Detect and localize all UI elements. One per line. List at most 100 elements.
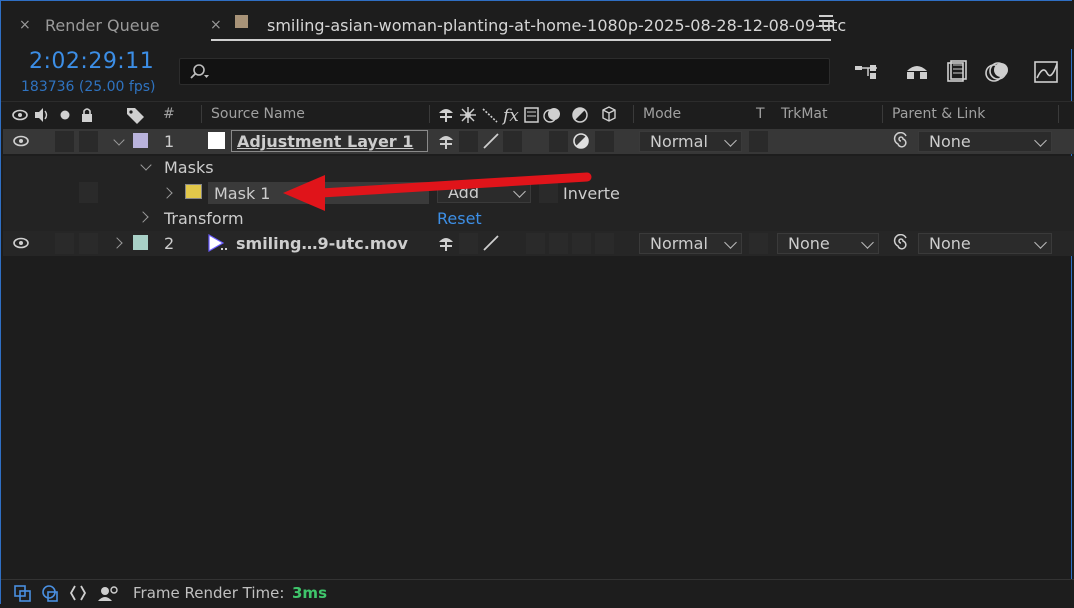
solo-icon xyxy=(60,110,70,120)
layer-1-audio-switch[interactable] xyxy=(55,131,74,152)
layer-1-name: Adjustment Layer 1 xyxy=(237,132,414,151)
effects-fx-icon: fx xyxy=(501,106,519,125)
layer-1-solo-switch[interactable] xyxy=(79,131,98,152)
chevron-down-icon xyxy=(724,236,737,249)
header-layer-switch-icons: fx xyxy=(439,106,616,125)
layer-2-audio-switch[interactable] xyxy=(55,233,74,254)
mask-1-color-swatch[interactable] xyxy=(185,184,202,199)
label-tag-icon[interactable] xyxy=(125,105,147,125)
collapse-icon xyxy=(460,107,476,123)
chevron-down-icon xyxy=(1034,134,1047,147)
layer-2-quality-icon[interactable] xyxy=(481,234,501,252)
layer-2-mode-value: Normal xyxy=(650,234,708,253)
column-separator xyxy=(201,105,202,123)
layer-2-name[interactable]: smiling…9-utc.mov xyxy=(236,234,408,253)
frame-render-time-label: Frame Render Time: xyxy=(133,584,285,602)
layer-1-preserve-transparency-switch[interactable] xyxy=(749,131,768,152)
layer-1-visibility-eye-icon[interactable] xyxy=(12,134,30,148)
layer-1-quality-icon[interactable] xyxy=(481,132,501,150)
layer-1-source-swatch xyxy=(208,132,225,149)
layer-2-trkmat-dropdown[interactable]: None xyxy=(777,233,879,254)
tab-render-queue[interactable]: Render Queue xyxy=(45,16,160,35)
layer-2-parent-dropdown[interactable]: None xyxy=(918,233,1052,254)
active-tab-underline xyxy=(211,39,831,41)
column-t[interactable]: T xyxy=(756,106,765,122)
layer-1-adjustment-icon[interactable] xyxy=(572,132,592,150)
layer-1-shy-icon[interactable] xyxy=(437,132,457,150)
comp-color-swatch xyxy=(235,15,248,28)
column-source-name[interactable]: Source Name xyxy=(211,106,305,122)
layer-2-solo-switch[interactable] xyxy=(79,233,98,254)
search-icon xyxy=(190,64,209,79)
close-comp-tab-icon[interactable]: × xyxy=(210,17,222,33)
motion-blur-column-icon xyxy=(543,108,560,123)
layer-2-collapse-switch[interactable] xyxy=(459,233,478,254)
composition-flowchart-icon[interactable] xyxy=(853,59,881,85)
layer-1-3d-switch[interactable] xyxy=(595,131,614,152)
layer-1-motion-blur-switch[interactable] xyxy=(549,131,568,152)
layer-1-mode-value: Normal xyxy=(650,132,708,151)
column-separator xyxy=(633,105,634,123)
panel-menu-icon[interactable] xyxy=(819,15,833,29)
layer-1-pick-whip-icon[interactable] xyxy=(891,132,911,150)
header-switch-icons xyxy=(12,108,92,122)
layer-2-preserve-transparency-switch[interactable] xyxy=(749,233,768,254)
column-separator xyxy=(429,105,430,123)
close-render-queue-tab-icon[interactable]: × xyxy=(19,17,31,33)
draft-3d-icon[interactable] xyxy=(903,59,931,85)
frame-render-time-value: 3ms xyxy=(292,584,327,602)
layer-2-frame-blend-switch[interactable] xyxy=(526,233,545,254)
layer-1-mode-dropdown[interactable]: Normal xyxy=(639,131,742,152)
chevron-down-icon xyxy=(724,134,737,147)
transfer-controls-toggle-icon xyxy=(42,585,58,602)
column-trkmat[interactable]: TrkMat xyxy=(781,106,828,122)
eye-icon xyxy=(12,109,28,121)
frame-blend-column-icon xyxy=(524,107,539,123)
column-separator xyxy=(1058,105,1059,123)
audio-icon xyxy=(35,108,48,122)
layer-2-number: 2 xyxy=(164,234,175,253)
layer-2-motion-blur-switch[interactable] xyxy=(549,233,568,254)
layer-1-label-color[interactable] xyxy=(133,133,148,148)
in-out-toggle-icon xyxy=(69,585,87,601)
search-input[interactable] xyxy=(179,58,830,85)
layer-1-collapse-switch[interactable] xyxy=(459,131,478,152)
layer-2-adjustment-switch[interactable] xyxy=(572,233,591,254)
layer-1-parent-dropdown[interactable]: None xyxy=(918,131,1052,152)
layer-2-pick-whip-icon[interactable] xyxy=(891,234,911,252)
lock-icon xyxy=(82,108,92,122)
layer-2-trkmat-value: None xyxy=(788,234,830,253)
layer-switches-toggle-icon xyxy=(14,585,31,602)
layer-1-effects-switch[interactable] xyxy=(503,131,522,152)
video-footage-icon xyxy=(208,233,227,253)
column-separator xyxy=(882,105,883,123)
masks-group-label: Masks xyxy=(164,158,214,177)
timeline-panel: × Render Queue × smiling-asian-woman-pla… xyxy=(0,0,1074,608)
layer-2-label-color[interactable] xyxy=(133,235,148,250)
adjustment-layer-icon xyxy=(572,107,588,123)
column-parent-link[interactable]: Parent & Link xyxy=(892,106,985,122)
motion-blur-icon[interactable] xyxy=(983,59,1011,85)
chevron-down-icon xyxy=(861,236,874,249)
mask-1-name: Mask 1 xyxy=(214,184,271,203)
mask-1-lock-switch[interactable] xyxy=(79,182,98,203)
layer-1-name-field[interactable]: Adjustment Layer 1 xyxy=(231,130,428,152)
3d-layer-icon xyxy=(602,106,616,122)
layer-2-visibility-eye-icon[interactable] xyxy=(12,236,30,250)
frame-info: 183736 (25.00 fps) xyxy=(21,79,156,95)
frame-blending-icon[interactable] xyxy=(943,59,971,85)
layer-2-3d-switch[interactable] xyxy=(595,233,614,254)
red-annotation-arrow-icon xyxy=(283,172,592,211)
render-time-toggle-icon xyxy=(98,586,118,601)
status-bar-toggle-icons[interactable] xyxy=(13,583,123,603)
column-number[interactable]: # xyxy=(163,106,175,122)
layer-1-number: 1 xyxy=(164,132,175,151)
tab-composition[interactable]: smiling-asian-woman-planting-at-home-108… xyxy=(267,16,846,35)
column-mode[interactable]: Mode xyxy=(643,106,681,122)
layer-2-shy-icon[interactable] xyxy=(437,234,457,252)
shy-icon xyxy=(439,109,453,122)
chevron-down-icon xyxy=(1034,236,1047,249)
graph-editor-icon[interactable] xyxy=(1033,59,1061,85)
layer-2-mode-dropdown[interactable]: Normal xyxy=(639,233,742,254)
current-timecode[interactable]: 2:02:29:11 xyxy=(29,49,154,74)
